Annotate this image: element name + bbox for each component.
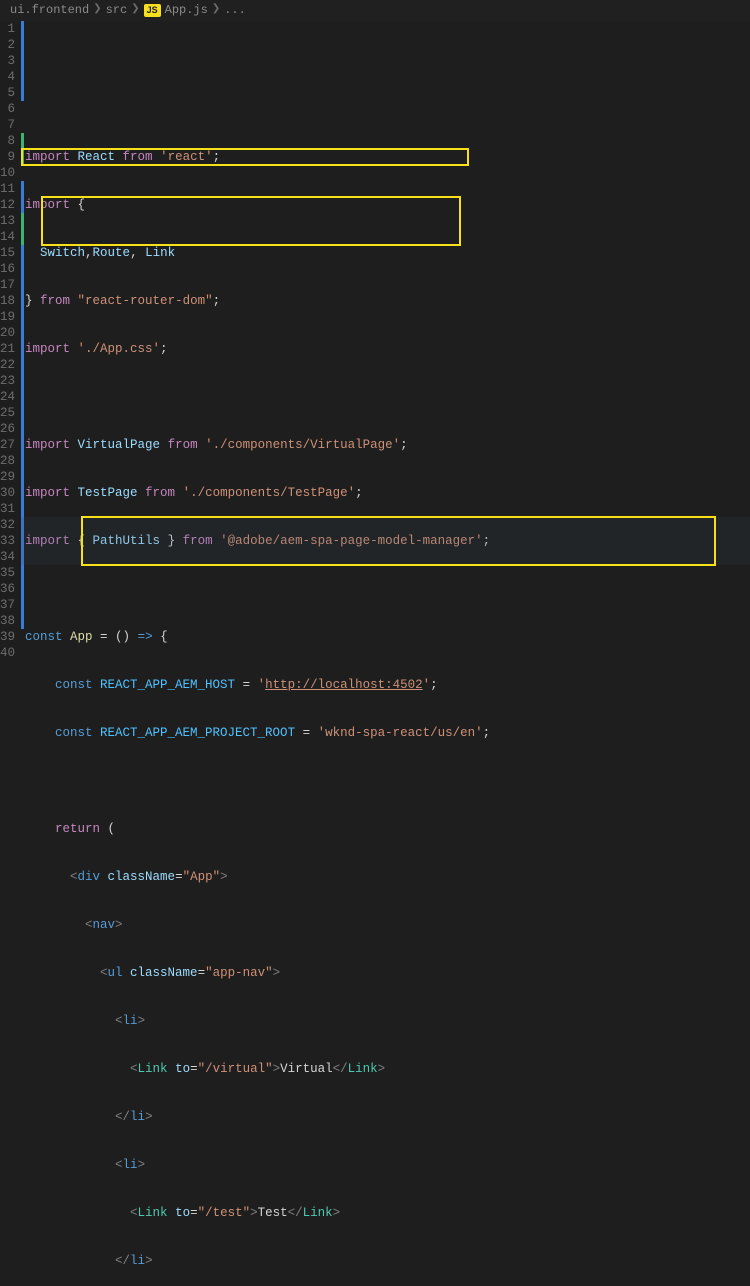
js-file-icon: JS [144, 4, 161, 18]
line-number: 8 [0, 133, 15, 149]
code-line[interactable]: import { [25, 197, 750, 213]
line-number: 26 [0, 421, 15, 437]
line-number: 38 [0, 613, 15, 629]
line-number: 15 [0, 245, 15, 261]
breadcrumb-item[interactable]: src [106, 3, 128, 18]
breadcrumb-item[interactable]: App.js [165, 3, 208, 18]
code-line[interactable]: </li> [25, 1253, 750, 1269]
line-number: 25 [0, 405, 15, 421]
line-number: 11 [0, 181, 15, 197]
code-line[interactable]: import React from 'react'; [25, 149, 750, 165]
line-number: 20 [0, 325, 15, 341]
code-line[interactable]: import { PathUtils } from '@adobe/aem-sp… [25, 533, 750, 549]
line-number: 6 [0, 101, 15, 117]
line-number: 17 [0, 277, 15, 293]
line-number: 34 [0, 549, 15, 565]
line-number: 35 [0, 565, 15, 581]
line-number: 14 [0, 229, 15, 245]
line-number: 2 [0, 37, 15, 53]
code-line[interactable]: import './App.css'; [25, 341, 750, 357]
code-line[interactable] [25, 581, 750, 597]
code-line[interactable]: } from "react-router-dom"; [25, 293, 750, 309]
code-line[interactable]: import VirtualPage from './components/Vi… [25, 437, 750, 453]
line-number: 10 [0, 165, 15, 181]
line-number: 7 [0, 117, 15, 133]
code-line[interactable]: <ul className="app-nav"> [25, 965, 750, 981]
line-number-gutter: 1 2 3 4 5 6 7 8 9 10 11 12 13 14 15 16 1… [0, 21, 21, 1286]
line-number: 23 [0, 373, 15, 389]
breadcrumb-item[interactable]: ui.frontend [10, 3, 89, 18]
code-line[interactable]: <Link to="/test">Test</Link> [25, 1205, 750, 1221]
code-line[interactable]: return ( [25, 821, 750, 837]
code-line[interactable]: <div className="App"> [25, 869, 750, 885]
line-number: 40 [0, 645, 15, 661]
line-number: 31 [0, 501, 15, 517]
code-line[interactable]: Switch,Route, Link [25, 245, 750, 261]
line-number: 19 [0, 309, 15, 325]
code-line[interactable]: <li> [25, 1013, 750, 1029]
line-number: 16 [0, 261, 15, 277]
line-number: 29 [0, 469, 15, 485]
code-line[interactable]: const REACT_APP_AEM_PROJECT_ROOT = 'wknd… [25, 725, 750, 741]
code-line[interactable]: </li> [25, 1109, 750, 1125]
line-number: 24 [0, 389, 15, 405]
line-number: 4 [0, 69, 15, 85]
line-number: 30 [0, 485, 15, 501]
line-number: 3 [0, 53, 15, 69]
line-number: 1 [0, 21, 15, 37]
line-number: 12 [0, 197, 15, 213]
chevron-right-icon: ❯ [93, 4, 101, 17]
line-number: 27 [0, 437, 15, 453]
code-editor[interactable]: 1 2 3 4 5 6 7 8 9 10 11 12 13 14 15 16 1… [0, 21, 750, 1286]
line-number: 18 [0, 293, 15, 309]
line-number: 37 [0, 597, 15, 613]
code-line[interactable]: <li> [25, 1157, 750, 1173]
chevron-right-icon: ❯ [131, 4, 139, 17]
line-number: 36 [0, 581, 15, 597]
line-number: 32 [0, 517, 15, 533]
breadcrumb-item[interactable]: ... [224, 3, 246, 18]
code-line[interactable]: const REACT_APP_AEM_HOST = 'http://local… [25, 677, 750, 693]
line-number: 9 [0, 149, 15, 165]
line-number: 22 [0, 357, 15, 373]
code-line[interactable] [25, 773, 750, 789]
code-line[interactable]: import TestPage from './components/TestP… [25, 485, 750, 501]
line-number: 5 [0, 85, 15, 101]
code-line[interactable]: <nav> [25, 917, 750, 933]
breadcrumb[interactable]: ui.frontend ❯ src ❯ JS App.js ❯ ... [0, 0, 750, 21]
line-number: 33 [0, 533, 15, 549]
code-area[interactable]: import React from 'react'; import { Swit… [21, 21, 750, 1286]
line-number: 13 [0, 213, 15, 229]
line-number: 28 [0, 453, 15, 469]
code-line[interactable]: <Link to="/virtual">Virtual</Link> [25, 1061, 750, 1077]
code-line[interactable] [25, 389, 750, 405]
chevron-right-icon: ❯ [212, 4, 220, 17]
line-number: 21 [0, 341, 15, 357]
